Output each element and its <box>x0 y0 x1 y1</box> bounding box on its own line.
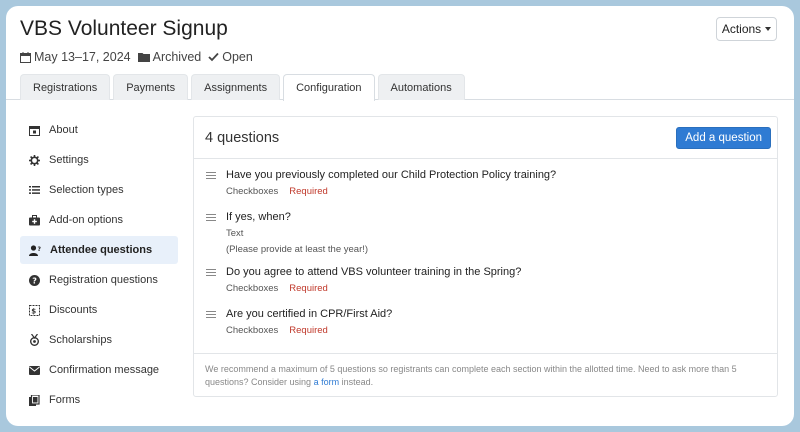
sidebar-item-label: Confirmation message <box>49 364 160 376</box>
caret-down-icon <box>765 27 772 31</box>
sidebar-item-scholarships[interactable]: Scholarships <box>20 326 178 354</box>
question-item[interactable]: Are you certified in CPR/First Aid? Chec… <box>194 308 777 348</box>
gear-icon <box>29 154 40 166</box>
actions-dropdown-button[interactable]: Actions <box>716 17 777 41</box>
svg-text:$: $ <box>31 307 36 315</box>
discount-icon: $ <box>29 304 40 316</box>
sidebar-item-label: About <box>49 124 78 136</box>
question-type: Checkboxes <box>226 325 279 336</box>
user-question-icon: ? <box>29 244 42 256</box>
question-type: Checkboxes <box>226 186 279 197</box>
folder-icon <box>137 53 150 62</box>
medal-icon <box>30 334 39 346</box>
questions-recommendation-note: We recommend a maximum of 5 questions so… <box>194 353 777 389</box>
page-title: VBS Volunteer Signup <box>20 17 228 40</box>
actions-label: Actions <box>721 22 762 36</box>
check-icon <box>208 52 219 62</box>
calendar-star-icon <box>29 125 40 136</box>
drag-handle-icon[interactable] <box>206 172 216 181</box>
question-text: Are you certified in CPR/First Aid? <box>226 308 393 320</box>
question-item[interactable]: If yes, when? Text (Please provide at le… <box>194 211 777 263</box>
event-meta: May 13–17, 2024 Archived Open <box>20 50 260 64</box>
sidebar-item-label: Add-on options <box>49 214 123 226</box>
note-text: We recommend a maximum of 5 questions so… <box>205 364 737 387</box>
event-dates: May 13–17, 2024 <box>20 50 131 64</box>
briefcase-plus-icon <box>29 214 40 225</box>
app-window: VBS Volunteer Signup May 13–17, 2024 Arc… <box>6 6 794 426</box>
drag-handle-icon[interactable] <box>206 214 216 223</box>
sidebar-item-selection-types[interactable]: Selection types <box>20 176 178 204</box>
open-status: Open <box>208 50 253 64</box>
question-item[interactable]: Have you previously completed our Child … <box>194 169 777 209</box>
required-badge: Required <box>289 325 328 336</box>
sidebar-item-forms[interactable]: Forms <box>20 386 178 414</box>
sidebar-item-attendee-questions[interactable]: ? Attendee questions <box>20 236 178 264</box>
drag-handle-icon[interactable] <box>206 269 216 278</box>
main-tabs: Registrations Payments Assignments Confi… <box>20 74 468 101</box>
event-dates-text: May 13–17, 2024 <box>34 50 131 64</box>
sidebar-item-label: Discounts <box>49 304 98 316</box>
note-text-end: instead. <box>339 377 374 387</box>
question-meta: Checkboxes Required <box>226 186 328 197</box>
sidebar-item-about[interactable]: About <box>20 116 178 144</box>
question-type: Text <box>226 228 244 239</box>
tab-configuration[interactable]: Configuration <box>283 74 375 101</box>
add-question-button[interactable]: Add a question <box>676 127 771 149</box>
questions-panel: 4 questions Add a question Have you prev… <box>193 116 778 397</box>
question-text: If yes, when? <box>226 211 291 223</box>
sidebar-item-discounts[interactable]: $ Discounts <box>20 296 178 324</box>
use-form-link[interactable]: a form <box>314 377 340 387</box>
question-meta: Checkboxes Required <box>226 283 328 294</box>
question-item[interactable]: Do you agree to attend VBS volunteer tra… <box>194 266 777 306</box>
question-circle-icon: ? <box>29 274 40 286</box>
question-meta: Checkboxes Required <box>226 325 328 336</box>
sidebar-item-settings[interactable]: Settings <box>20 146 178 174</box>
required-badge: Required <box>289 283 328 294</box>
questions-count-title: 4 questions <box>205 130 280 146</box>
sidebar-item-add-on-options[interactable]: Add-on options <box>20 206 178 234</box>
list-icon <box>29 186 40 194</box>
sidebar-item-label: Settings <box>49 154 89 166</box>
svg-text:?: ? <box>38 246 42 253</box>
archived-status: Archived <box>137 50 202 64</box>
open-label: Open <box>222 50 253 64</box>
tab-registrations[interactable]: Registrations <box>20 74 111 100</box>
tab-automations[interactable]: Automations <box>377 74 465 100</box>
sidebar-item-label: Forms <box>49 394 81 406</box>
question-description: (Please provide at least the year!) <box>226 244 369 255</box>
sidebar-item-label: Selection types <box>49 184 124 196</box>
sidebar-item-label: Scholarships <box>49 334 112 346</box>
svg-text:?: ? <box>32 276 37 285</box>
question-type: Checkboxes <box>226 283 279 294</box>
tab-payments[interactable]: Payments <box>113 74 189 100</box>
drag-handle-icon[interactable] <box>206 311 216 320</box>
tab-assignments[interactable]: Assignments <box>191 74 281 100</box>
questions-panel-header: 4 questions Add a question <box>194 117 777 159</box>
sidebar-item-label: Attendee questions <box>50 244 153 256</box>
archived-label: Archived <box>152 50 202 64</box>
question-text: Have you previously completed our Child … <box>226 169 557 181</box>
forms-icon <box>29 394 40 406</box>
sidebar-item-confirmation-message[interactable]: Confirmation message <box>20 356 178 384</box>
sidebar-item-label: Registration questions <box>49 274 158 286</box>
calendar-icon <box>20 51 31 63</box>
config-sidebar: About Settings Selection types Add-on op… <box>20 116 178 416</box>
required-badge: Required <box>289 186 328 197</box>
envelope-icon <box>29 365 40 375</box>
question-text: Do you agree to attend VBS volunteer tra… <box>226 266 522 278</box>
sidebar-item-registration-questions[interactable]: ? Registration questions <box>20 266 178 294</box>
